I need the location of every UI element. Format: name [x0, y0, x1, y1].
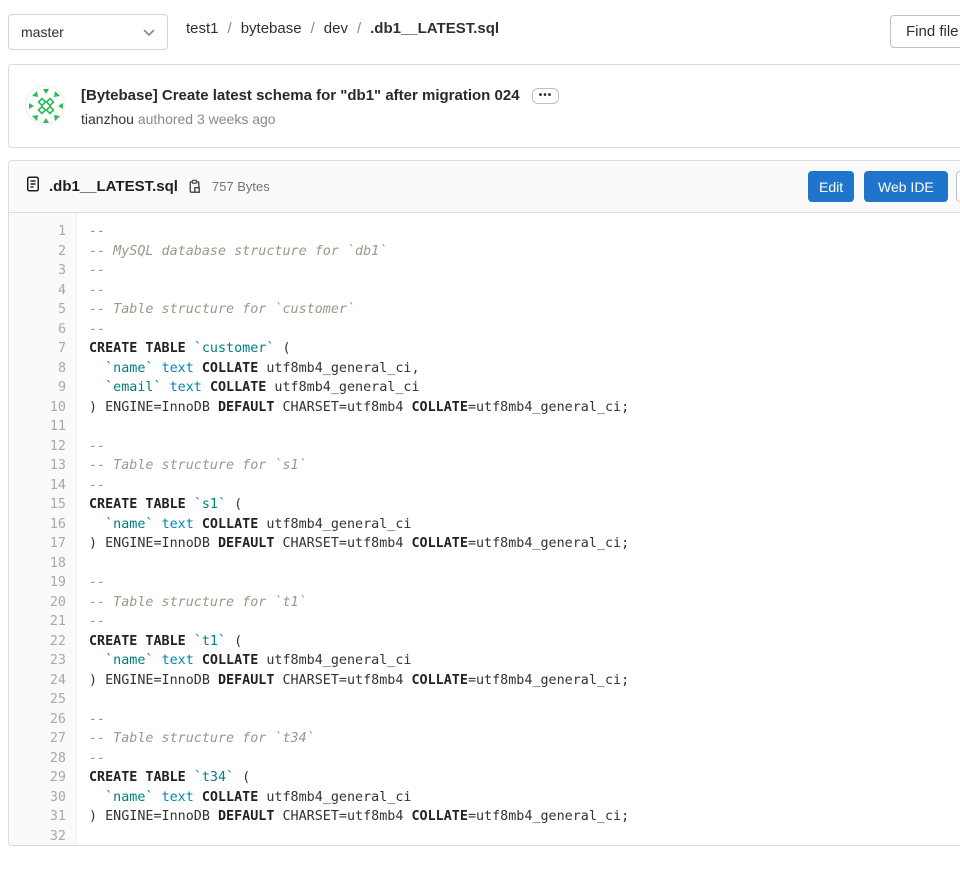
breadcrumb-item-file: .db1__LATEST.sql — [370, 20, 499, 37]
line-number-19[interactable]: 19 — [9, 573, 66, 593]
code-line-25 — [89, 690, 960, 710]
code-line-14: -- — [89, 476, 960, 496]
code-line-27: -- Table structure for `t34` — [89, 729, 960, 749]
file-header: .db1__LATEST.sql 757 Bytes Edit Web IDE — [9, 161, 960, 213]
code-line-28: -- — [89, 749, 960, 769]
line-number-16[interactable]: 16 — [9, 515, 66, 535]
line-number-13[interactable]: 13 — [9, 456, 66, 476]
code-line-31: ) ENGINE=InnoDB DEFAULT CHARSET=utf8mb4 … — [89, 807, 960, 827]
line-number-24[interactable]: 24 — [9, 671, 66, 691]
code-line-7: CREATE TABLE `customer` ( — [89, 339, 960, 359]
breadcrumb-item-repo[interactable]: test1 — [186, 20, 219, 37]
line-number-29[interactable]: 29 — [9, 768, 66, 788]
code-line-1: -- — [89, 222, 960, 242]
code-line-24: ) ENGINE=InnoDB DEFAULT CHARSET=utf8mb4 … — [89, 671, 960, 691]
breadcrumb-separator: / — [357, 20, 361, 37]
file-size: 757 Bytes — [212, 179, 270, 194]
line-number-23[interactable]: 23 — [9, 651, 66, 671]
line-number-27[interactable]: 27 — [9, 729, 66, 749]
line-number-14[interactable]: 14 — [9, 476, 66, 496]
line-number-31[interactable]: 31 — [9, 807, 66, 827]
line-number-5[interactable]: 5 — [9, 300, 66, 320]
code-lines: ---- MySQL database structure for `db1`-… — [77, 213, 960, 846]
line-number-25[interactable]: 25 — [9, 690, 66, 710]
code-line-26: -- — [89, 710, 960, 730]
line-number-6[interactable]: 6 — [9, 320, 66, 340]
commit-title[interactable]: [Bytebase] Create latest schema for "db1… — [81, 87, 520, 104]
code-line-22: CREATE TABLE `t1` ( — [89, 632, 960, 652]
code-line-17: ) ENGINE=InnoDB DEFAULT CHARSET=utf8mb4 … — [89, 534, 960, 554]
line-number-15[interactable]: 15 — [9, 495, 66, 515]
line-number-4[interactable]: 4 — [9, 281, 66, 301]
code-line-16: `name` text COLLATE utf8mb4_general_ci — [89, 515, 960, 535]
breadcrumb: test1 / bytebase / dev / .db1__LATEST.sq… — [186, 0, 499, 56]
branch-selector[interactable]: master — [8, 14, 168, 50]
file-viewer: .db1__LATEST.sql 757 Bytes Edit Web IDE … — [8, 160, 960, 846]
breadcrumb-separator: / — [228, 20, 232, 37]
line-number-32[interactable]: 32 — [9, 827, 66, 847]
commit-author-link[interactable]: tianzhou — [81, 111, 134, 127]
code-line-30: `name` text COLLATE utf8mb4_general_ci — [89, 788, 960, 808]
breadcrumb-item-folder-1[interactable]: bytebase — [241, 20, 302, 37]
commit-authored-text: authored 3 weeks ago — [138, 111, 276, 127]
code-line-4: -- — [89, 281, 960, 301]
find-file-button[interactable]: Find file — [890, 15, 960, 48]
chevron-down-icon — [143, 24, 155, 40]
code-line-5: -- Table structure for `customer` — [89, 300, 960, 320]
line-number-2[interactable]: 2 — [9, 242, 66, 262]
line-number-10[interactable]: 10 — [9, 398, 66, 418]
copy-file-path-button[interactable] — [186, 179, 202, 195]
copy-icon — [186, 179, 202, 195]
code-line-12: -- — [89, 437, 960, 457]
breadcrumb-separator: / — [311, 20, 315, 37]
line-number-26[interactable]: 26 — [9, 710, 66, 730]
file-name: .db1__LATEST.sql — [49, 178, 178, 195]
edit-button[interactable]: Edit — [808, 171, 854, 202]
code-line-6: -- — [89, 320, 960, 340]
breadcrumb-item-folder-2[interactable]: dev — [324, 20, 348, 37]
top-bar: master test1 / bytebase / dev / .db1__LA… — [0, 0, 960, 56]
code-line-21: -- — [89, 612, 960, 632]
line-number-30[interactable]: 30 — [9, 788, 66, 808]
line-number-8[interactable]: 8 — [9, 359, 66, 379]
line-number-9[interactable]: 9 — [9, 378, 66, 398]
commit-info: [Bytebase] Create latest schema for "db1… — [81, 85, 559, 129]
line-number-22[interactable]: 22 — [9, 632, 66, 652]
code-line-23: `name` text COLLATE utf8mb4_general_ci — [89, 651, 960, 671]
commit-author-avatar[interactable] — [25, 85, 65, 125]
web-ide-button[interactable]: Web IDE — [864, 171, 948, 202]
line-number-21[interactable]: 21 — [9, 612, 66, 632]
last-commit-box: [Bytebase] Create latest schema for "db1… — [8, 64, 960, 148]
line-number-18[interactable]: 18 — [9, 554, 66, 574]
commit-description-toggle[interactable]: ••• — [532, 88, 560, 104]
line-numbers: 1234567891011121314151617181920212223242… — [9, 213, 77, 846]
file-content: 1234567891011121314151617181920212223242… — [9, 213, 960, 846]
code-line-32 — [89, 827, 960, 847]
code-line-2: -- MySQL database structure for `db1` — [89, 242, 960, 262]
file-icon — [25, 176, 41, 197]
line-number-12[interactable]: 12 — [9, 437, 66, 457]
bytebase-identicon — [26, 86, 65, 125]
code-line-8: `name` text COLLATE utf8mb4_general_ci, — [89, 359, 960, 379]
code-line-11 — [89, 417, 960, 437]
code-line-3: -- — [89, 261, 960, 281]
code-line-19: -- — [89, 573, 960, 593]
line-number-20[interactable]: 20 — [9, 593, 66, 613]
line-number-17[interactable]: 17 — [9, 534, 66, 554]
code-line-18 — [89, 554, 960, 574]
code-line-13: -- Table structure for `s1` — [89, 456, 960, 476]
code-line-15: CREATE TABLE `s1` ( — [89, 495, 960, 515]
line-number-28[interactable]: 28 — [9, 749, 66, 769]
code-line-29: CREATE TABLE `t34` ( — [89, 768, 960, 788]
line-number-11[interactable]: 11 — [9, 417, 66, 437]
code-line-10: ) ENGINE=InnoDB DEFAULT CHARSET=utf8mb4 … — [89, 398, 960, 418]
branch-selector-label: master — [21, 24, 64, 40]
code-line-9: `email` text COLLATE utf8mb4_general_ci — [89, 378, 960, 398]
line-number-1[interactable]: 1 — [9, 222, 66, 242]
code-line-20: -- Table structure for `t1` — [89, 593, 960, 613]
line-number-3[interactable]: 3 — [9, 261, 66, 281]
clipped-action-button[interactable] — [956, 171, 960, 202]
line-number-7[interactable]: 7 — [9, 339, 66, 359]
